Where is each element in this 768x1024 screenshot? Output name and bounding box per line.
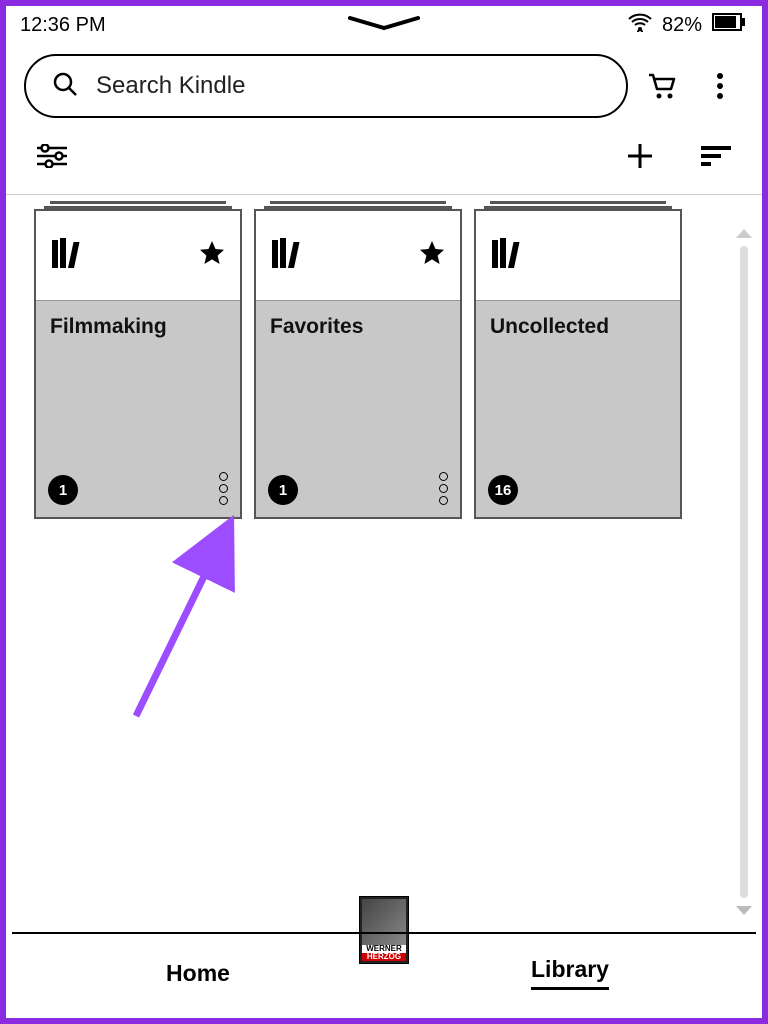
- collection-title: Filmmaking: [36, 301, 240, 339]
- collection-card[interactable]: Favorites 1: [254, 209, 462, 519]
- library-icon: [270, 236, 308, 275]
- nav-home[interactable]: Home: [12, 934, 384, 1012]
- collection-card[interactable]: Filmmaking 1: [34, 209, 242, 519]
- bottom-nav: Home Library: [12, 932, 756, 1012]
- star-icon: [418, 239, 446, 272]
- search-input[interactable]: Search Kindle: [24, 54, 628, 118]
- drag-handle-icon[interactable]: [344, 14, 424, 39]
- battery-icon: [712, 13, 746, 37]
- annotation-arrow: [126, 506, 266, 726]
- collections-grid: Filmmaking 1 Favorites: [6, 195, 762, 519]
- cart-button[interactable]: [638, 62, 686, 110]
- search-placeholder: Search Kindle: [96, 72, 245, 100]
- count-badge: 1: [48, 475, 78, 505]
- count-badge: 16: [488, 475, 518, 505]
- star-icon: [198, 239, 226, 272]
- scroll-down-icon[interactable]: [734, 904, 754, 918]
- collection-card[interactable]: Uncollected 16: [474, 209, 682, 519]
- library-icon: [490, 236, 528, 275]
- filter-button[interactable]: [28, 132, 76, 180]
- add-button[interactable]: [616, 132, 664, 180]
- battery-percent: 82%: [662, 14, 702, 37]
- wifi-icon: [628, 12, 652, 38]
- count-badge: 1: [268, 475, 298, 505]
- card-menu-button[interactable]: [219, 472, 228, 505]
- search-icon: [52, 71, 78, 102]
- sort-button[interactable]: [692, 132, 740, 180]
- card-menu-button[interactable]: [439, 472, 448, 505]
- clock: 12:36 PM: [20, 14, 106, 37]
- overflow-menu-button[interactable]: [696, 62, 744, 110]
- nav-library[interactable]: Library: [384, 934, 756, 1012]
- scroll-up-icon[interactable]: [734, 226, 754, 240]
- collection-title: Uncollected: [476, 301, 680, 339]
- library-icon: [50, 236, 88, 275]
- scrollbar[interactable]: [732, 226, 756, 918]
- collection-title: Favorites: [256, 301, 460, 339]
